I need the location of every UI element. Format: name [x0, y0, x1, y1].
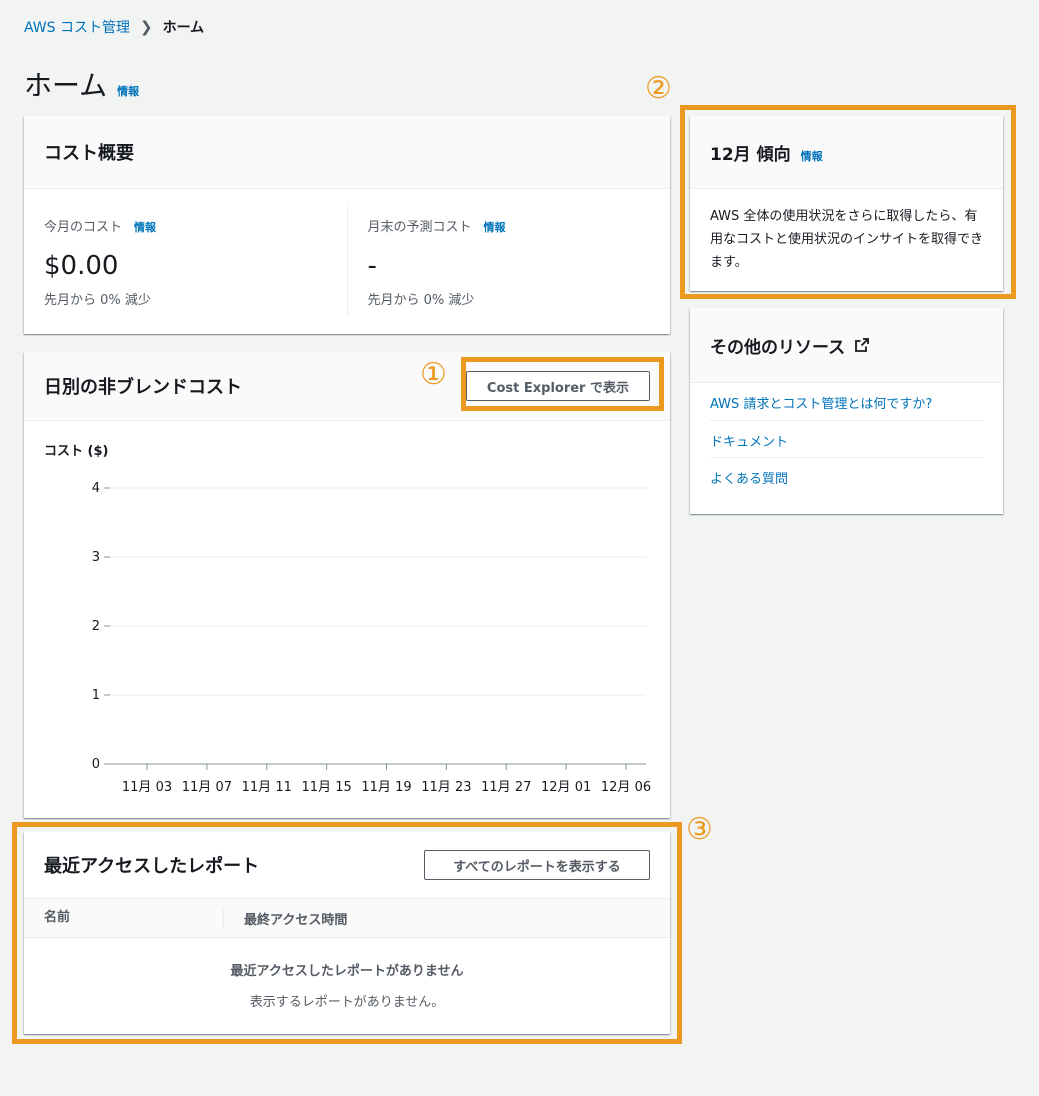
forecast-cost-label-row: 月末の予測コスト 情報 — [368, 216, 651, 235]
view-cost-explorer-button[interactable]: Cost Explorer で表示 — [465, 371, 650, 401]
forecast-cost: 月末の予測コスト 情報 - 先月から 0% 減少 — [346, 206, 671, 316]
reports-empty-title: 最近アクセスしたレポートがありません — [230, 964, 464, 979]
x-tick-label-7: 12月 01 — [541, 780, 591, 795]
trend-title: 12月 傾向 — [710, 144, 791, 165]
trend-description: AWS 全体の使用状況をさらに取得したら、有用なコストと使用状況のインサイトを取… — [710, 209, 984, 270]
annotation-number-2: ② — [645, 71, 672, 106]
reports-title: 最近アクセスしたレポート — [44, 856, 260, 877]
chevron-right-icon: ❯ — [140, 18, 153, 36]
reports-card: 最近アクセスしたレポート すべてのレポートを表示する 名前 最終アクセス時間 最… — [24, 832, 670, 1034]
resource-link-faq[interactable]: よくある質問 — [710, 457, 983, 494]
reports-table-header: 名前 最終アクセス時間 — [24, 898, 670, 938]
resource-link-what-is[interactable]: AWS 請求とコスト管理とは何ですか? — [710, 383, 983, 420]
forecast-info-link[interactable]: 情報 — [484, 219, 506, 235]
y-tick-label-1: 1 — [92, 688, 100, 703]
cost-summary-card: コスト概要 今月のコスト 情報 $0.00 先月から 0% 減少 月末の予測コス… — [24, 116, 670, 334]
x-tick-label-6: 11月 27 — [481, 780, 531, 795]
this-month-cost-label: 今月のコスト — [44, 220, 123, 235]
resources-header: その他のリソース — [690, 308, 1003, 383]
x-tick-label-5: 11月 23 — [421, 780, 471, 795]
trend-header: 12月 傾向 情報 — [690, 116, 1003, 189]
cost-summary-title: コスト概要 — [44, 143, 134, 164]
external-link-icon — [855, 338, 870, 352]
resources-list: AWS 請求とコスト管理とは何ですか? ドキュメント よくある質問 — [690, 383, 1003, 494]
reports-header: 最近アクセスしたレポート すべてのレポートを表示する — [24, 832, 670, 898]
y-tick-label-3: 3 — [92, 550, 100, 565]
daily-cost-card: 日別の非ブレンドコスト Cost Explorer で表示 コスト ($) 0 1… — [24, 352, 670, 818]
breadcrumb-root-link[interactable]: AWS コスト管理 — [24, 17, 130, 37]
resource-link-docs[interactable]: ドキュメント — [710, 420, 983, 457]
this-month-info-link[interactable]: 情報 — [134, 219, 156, 235]
this-month-cost-label-row: 今月のコスト 情報 — [44, 216, 327, 235]
column-header-last-access[interactable]: 最終アクセス時間 — [224, 909, 347, 928]
annotation-number-1: ① — [420, 357, 447, 392]
view-all-reports-button[interactable]: すべてのレポートを表示する — [424, 850, 650, 880]
page-title: ホーム — [24, 69, 108, 102]
breadcrumb: AWS コスト管理 ❯ ホーム — [24, 17, 204, 37]
resources-title-wrap: その他のリソース — [710, 333, 870, 358]
x-tick-label-0: 11月 03 — [122, 780, 172, 795]
y-tick-label-0: 0 — [92, 757, 100, 772]
daily-cost-chart: 0 1 2 3 4 11月 03 11月 07 11月 11 11月 15 11月 19 11月 2… — [92, 481, 651, 795]
reports-empty-description: 表示するレポートがありません。 — [249, 995, 445, 1010]
column-header-name[interactable]: 名前 — [24, 908, 224, 928]
y-tick-label-4: 4 — [92, 481, 100, 496]
x-tick-label-3: 11月 15 — [302, 780, 352, 795]
this-month-cost: 今月のコスト 情報 $0.00 先月から 0% 減少 — [24, 206, 347, 316]
x-tick-label-2: 11月 11 — [242, 780, 292, 795]
this-month-cost-value: $0.00 — [44, 251, 119, 281]
page-info-link[interactable]: 情報 — [117, 83, 139, 99]
resources-title: その他のリソース — [710, 337, 846, 358]
daily-cost-header: 日別の非ブレンドコスト Cost Explorer で表示 — [24, 352, 670, 421]
x-tick-label-4: 11月 19 — [361, 780, 411, 795]
x-tick-label-1: 11月 07 — [182, 780, 232, 795]
y-tick-label-2: 2 — [92, 619, 100, 634]
breadcrumb-current: ホーム — [162, 20, 205, 36]
this-month-cost-change: 先月から 0% 減少 — [44, 293, 151, 308]
forecast-cost-label: 月末の予測コスト — [367, 220, 472, 235]
cost-summary-header: コスト概要 — [24, 116, 670, 189]
forecast-cost-value: - — [367, 251, 377, 281]
trend-info-link[interactable]: 情報 — [801, 148, 823, 164]
page-header: ホーム 情報 — [24, 64, 139, 104]
trend-title-wrap: 12月 傾向 情報 — [710, 140, 823, 165]
forecast-cost-change: 先月から 0% 減少 — [367, 293, 475, 308]
resources-card: その他のリソース AWS 請求とコスト管理とは何ですか? ドキュメント よくある… — [690, 308, 1003, 514]
cost-summary-columns: 今月のコスト 情報 $0.00 先月から 0% 減少 月末の予測コスト 情報 -… — [24, 189, 670, 316]
trend-card: 12月 傾向 情報 AWS 全体の使用状況をさらに取得したら、有用なコストと使用… — [690, 116, 1003, 291]
chart-y-axis-label: コスト ($) — [44, 444, 109, 459]
reports-empty-state: 最近アクセスしたレポートがありません 表示するレポートがありません。 — [24, 938, 670, 1010]
annotation-number-3: ③ — [686, 812, 713, 847]
daily-cost-title: 日別の非ブレンドコスト — [44, 377, 242, 398]
x-tick-label-8: 12月 06 — [601, 780, 651, 795]
